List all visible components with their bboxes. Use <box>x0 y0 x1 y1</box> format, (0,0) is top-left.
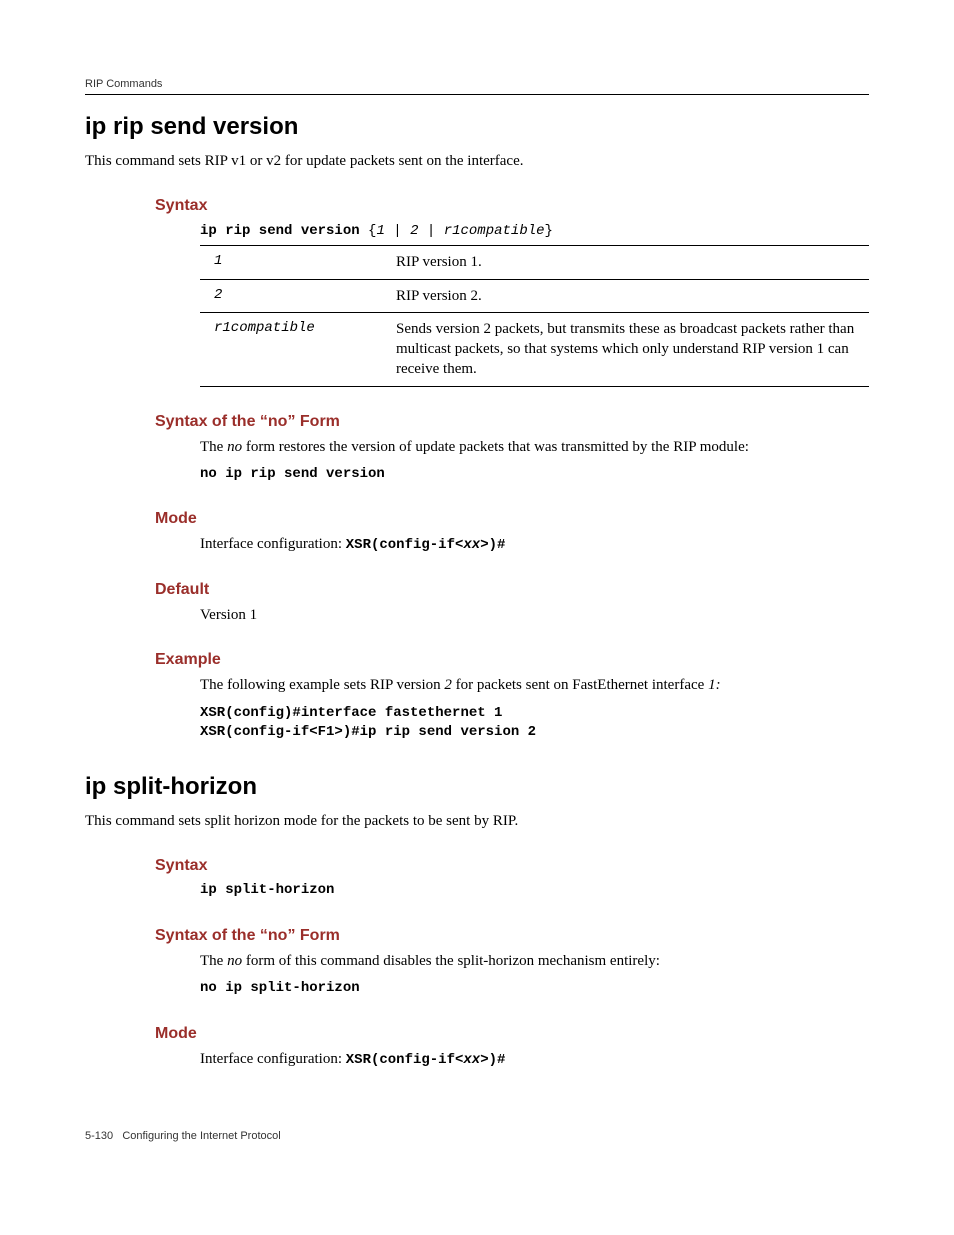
param-table: 1 RIP version 1. 2 RIP version 2. r1comp… <box>200 245 869 386</box>
footer-label: Configuring the Internet Protocol <box>122 1130 280 1142</box>
no-keyword: no <box>227 953 242 969</box>
no-keyword: no <box>227 439 242 455</box>
section-intro: This command sets split horizon mode for… <box>85 811 869 831</box>
heading-mode: Mode <box>155 510 869 528</box>
syntax-cmd: ip rip send version <box>200 223 360 239</box>
running-header: RIP Commands <box>85 78 869 95</box>
example-interface: 1: <box>708 677 721 693</box>
heading-syntax: Syntax <box>155 197 869 215</box>
syntax-brace-open: { <box>360 223 377 239</box>
table-row: r1compatible Sends version 2 packets, bu… <box>200 312 869 386</box>
syntax-line: ip rip send version {1 | 2 | r1compatibl… <box>200 221 869 239</box>
syntax-sep: | <box>385 223 410 239</box>
mode-code-var: xx <box>463 537 480 553</box>
default-text: Version 1 <box>200 605 869 625</box>
param-key: r1compatible <box>200 312 392 386</box>
page-container: RIP Commands ip rip send version This co… <box>0 0 954 1182</box>
text: Interface configuration: <box>200 536 346 552</box>
heading-example: Example <box>155 651 869 669</box>
example-code: XSR(config)#interface fastethernet 1 XSR… <box>200 704 869 743</box>
param-desc: Sends version 2 packets, but transmits t… <box>392 312 869 386</box>
noform-code: no ip split-horizon <box>200 979 869 999</box>
section-title-ip-split-horizon: ip split-horizon <box>85 773 869 801</box>
param-key: 2 <box>200 279 392 312</box>
mode-block-2: Mode Interface configuration: XSR(config… <box>155 1025 869 1070</box>
text: for packets sent on FastEthernet interfa… <box>452 677 708 693</box>
text: The following example sets RIP version <box>200 677 444 693</box>
mode-code: XSR(config-if< <box>346 537 464 553</box>
heading-noform: Syntax of the “no” Form <box>155 413 869 431</box>
syntax-block: Syntax ip rip send version {1 | 2 | r1co… <box>155 197 869 386</box>
param-desc: RIP version 1. <box>392 246 869 279</box>
example-version: 2 <box>444 677 452 693</box>
noform-code: no ip rip send version <box>200 465 869 485</box>
example-text: The following example sets RIP version 2… <box>200 675 869 695</box>
mode-code: >)# <box>480 537 505 553</box>
noform-text: The no form of this command disables the… <box>200 951 869 971</box>
noform-block-2: Syntax of the “no” Form The no form of t… <box>155 927 869 999</box>
text: form of this command disables the split-… <box>242 953 660 969</box>
section-intro: This command sets RIP v1 or v2 for updat… <box>85 151 869 171</box>
syntax-block-2: Syntax ip split-horizon <box>155 857 869 901</box>
text: Interface configuration: <box>200 1051 346 1067</box>
mode-block: Mode Interface configuration: XSR(config… <box>155 510 869 555</box>
syntax-opt-3: r1compatible <box>444 223 545 239</box>
mode-code: >)# <box>480 1052 505 1068</box>
heading-syntax: Syntax <box>155 857 869 875</box>
param-desc: RIP version 2. <box>392 279 869 312</box>
text: form restores the version of update pack… <box>242 439 749 455</box>
mode-text: Interface configuration: XSR(config-if<x… <box>200 1049 869 1070</box>
table-row: 2 RIP version 2. <box>200 279 869 312</box>
syntax-sep: | <box>418 223 443 239</box>
syntax-code: ip split-horizon <box>200 881 869 901</box>
mode-code-var: xx <box>463 1052 480 1068</box>
page-number: 5-130 <box>85 1130 113 1142</box>
syntax-brace-close: } <box>545 223 553 239</box>
page-footer: 5-130 Configuring the Internet Protocol <box>85 1130 869 1142</box>
syntax-opt-1: 1 <box>376 223 384 239</box>
heading-default: Default <box>155 581 869 599</box>
table-row: 1 RIP version 1. <box>200 246 869 279</box>
section-title-ip-rip-send-version: ip rip send version <box>85 113 869 141</box>
mode-text: Interface configuration: XSR(config-if<x… <box>200 534 869 555</box>
heading-mode: Mode <box>155 1025 869 1043</box>
default-block: Default Version 1 <box>155 581 869 625</box>
text: The <box>200 953 227 969</box>
heading-noform: Syntax of the “no” Form <box>155 927 869 945</box>
noform-text: The no form restores the version of upda… <box>200 437 869 457</box>
text: The <box>200 439 227 455</box>
example-block: Example The following example sets RIP v… <box>155 651 869 742</box>
param-key: 1 <box>200 246 392 279</box>
noform-block: Syntax of the “no” Form The no form rest… <box>155 413 869 485</box>
mode-code: XSR(config-if< <box>346 1052 464 1068</box>
